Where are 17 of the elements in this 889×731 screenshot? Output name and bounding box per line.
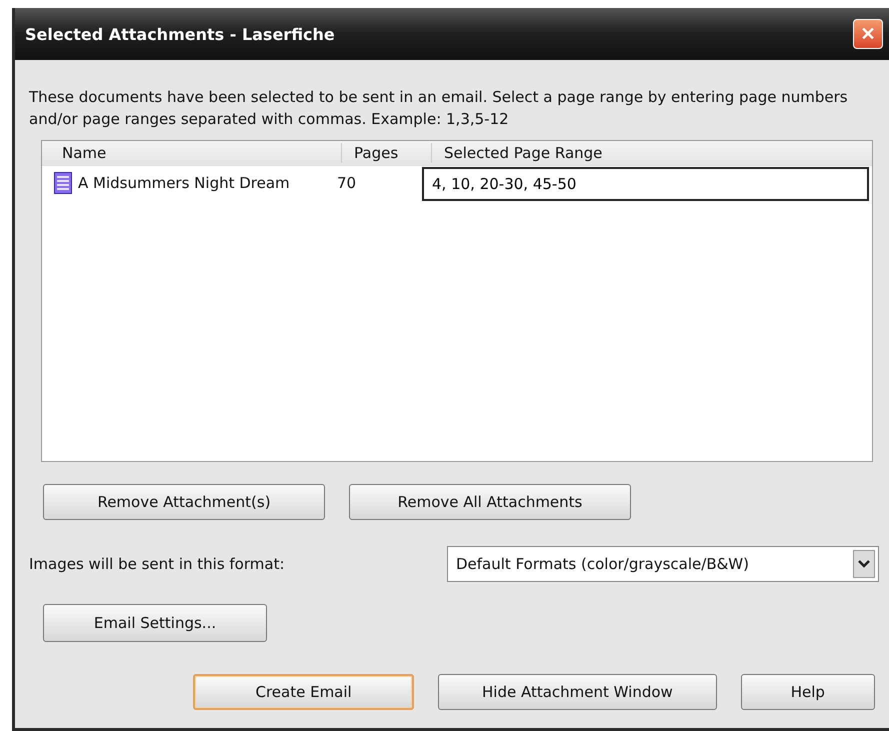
dialog-button[interactable]: Hide Attachment Window bbox=[438, 674, 717, 710]
table-cell-text: 70 bbox=[337, 174, 358, 192]
dialog-button[interactable]: Create Email bbox=[193, 674, 414, 710]
dialog-button[interactable]: Help bbox=[740, 674, 876, 710]
column-header[interactable]: Pages bbox=[342, 143, 432, 163]
remove-button[interactable]: Remove Attachment(s) bbox=[43, 484, 325, 520]
format-dropdown[interactable]: Default Formats (color/grayscale/B&W) bbox=[447, 546, 879, 582]
window-title: Selected Attachments - Laserfiche bbox=[25, 24, 335, 44]
column-header[interactable]: Name bbox=[42, 143, 342, 163]
format-label: Images will be sent in this format: bbox=[29, 555, 284, 573]
instructions-text: These documents have been selected to be sent in an email. Select a page range by entering page numbers and/or page ranges separated with commas. Example: 1,3,5-12 bbox=[29, 87, 849, 130]
column-header[interactable]: Selected Page Range bbox=[432, 143, 872, 163]
document-icon bbox=[54, 172, 72, 194]
remove-button[interactable]: Remove All Attachments bbox=[349, 484, 631, 520]
table-cell: A Midsummers Night Dream bbox=[78, 174, 290, 192]
email-settings-button[interactable]: Email Settings... bbox=[43, 604, 267, 642]
page-range-field[interactable]: 4, 10, 20-30, 45-50 bbox=[422, 167, 869, 201]
